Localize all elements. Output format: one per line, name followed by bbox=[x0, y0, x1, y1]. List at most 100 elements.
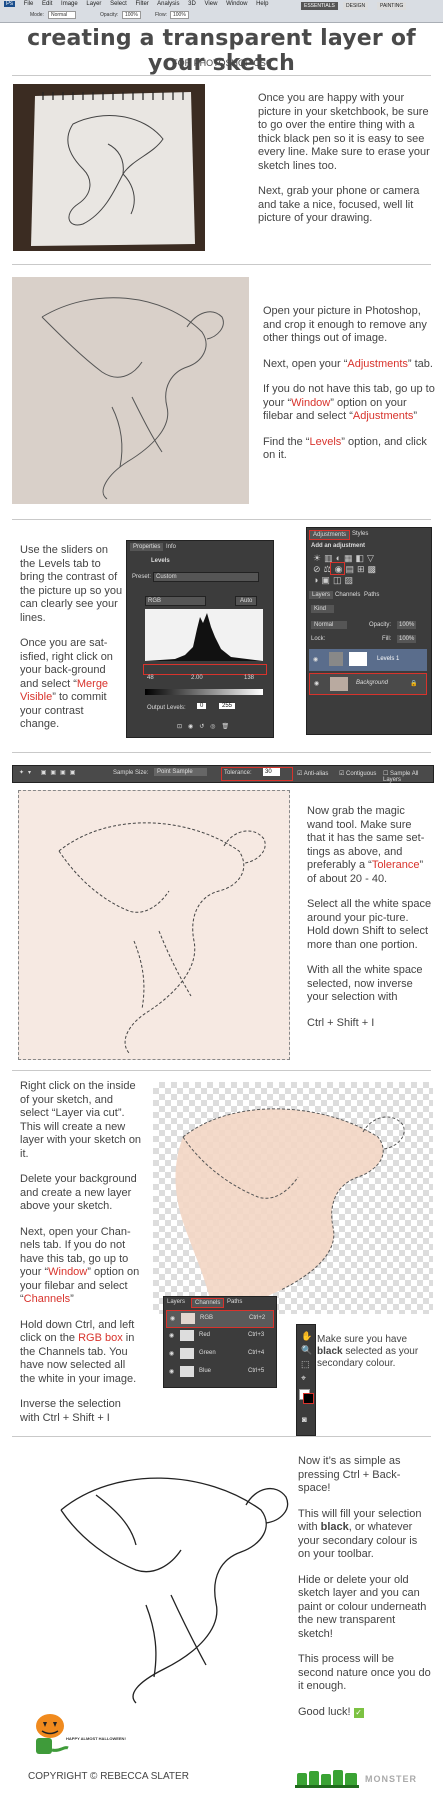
eye-icon[interactable]: ◉ bbox=[169, 1332, 174, 1339]
page-title: creating a transparent layer of your ske… bbox=[27, 26, 416, 76]
flow-field[interactable]: 100% bbox=[170, 11, 189, 19]
channel-shortcut: Ctrl+5 bbox=[248, 1368, 265, 1374]
quick-mask-icon[interactable]: ◙ bbox=[302, 1415, 307, 1424]
panel-footer-icons[interactable]: ⊡◉↺◎🗑 bbox=[177, 723, 235, 730]
dragon-cut-art bbox=[175, 1108, 405, 1314]
channel-row-red[interactable]: ◉ Red Ctrl+3 bbox=[166, 1328, 272, 1344]
options-bar: Mode: Normal Opacity: 100% Flow: 100% bbox=[0, 11, 443, 22]
sketchbook-photo bbox=[13, 84, 205, 251]
tab-paths[interactable]: Paths bbox=[227, 1299, 242, 1305]
channel-shortcut: Ctrl+4 bbox=[248, 1350, 265, 1356]
tab-styles[interactable]: Styles bbox=[352, 531, 368, 537]
tab-channels[interactable]: Channels bbox=[335, 592, 360, 598]
sample-all-layers-checkbox[interactable]: ☐ Sample All Layers bbox=[383, 770, 433, 783]
sample-size-select[interactable]: Point Sample bbox=[154, 768, 207, 776]
tab-adjustments[interactable]: Adjustments bbox=[309, 530, 351, 540]
input-sliders-highlight[interactable] bbox=[143, 664, 267, 675]
copyright: COPYRIGHT © REBECCA SLATER bbox=[28, 1771, 189, 1782]
anti-alias-checkbox[interactable]: ☑ Anti-alias bbox=[297, 770, 328, 777]
channel-row-blue[interactable]: ◉ Blue Ctrl+5 bbox=[166, 1364, 272, 1380]
eye-icon[interactable]: ◉ bbox=[169, 1350, 174, 1357]
halloween-badge: HAPPY ALMOST HALLOWEEN! bbox=[30, 1710, 126, 1770]
tab-layers[interactable]: Layers bbox=[167, 1299, 185, 1305]
background-color-swatch[interactable] bbox=[303, 1393, 314, 1404]
menu-filter[interactable]: Filter bbox=[135, 1, 148, 7]
channel-select[interactable]: RGB bbox=[145, 596, 206, 606]
step6-paragraph: This process will be second nature once … bbox=[298, 1653, 431, 1692]
opacity-field[interactable]: 100% bbox=[122, 11, 141, 19]
channel-name: RGB bbox=[200, 1315, 214, 1321]
output-gradient[interactable] bbox=[145, 689, 263, 695]
eye-icon[interactable]: ◉ bbox=[169, 1368, 174, 1375]
menu-3d[interactable]: 3D bbox=[188, 1, 196, 7]
layer-row-levels[interactable]: ◉ Levels 1 bbox=[309, 649, 427, 671]
preset-select[interactable]: Custom bbox=[153, 572, 259, 582]
channel-name: Red bbox=[199, 1332, 211, 1338]
wand-tool-icons[interactable]: ✦▾ ▣▣▣▣ bbox=[19, 769, 79, 776]
lock-label: Lock: bbox=[311, 636, 326, 642]
tab-paths[interactable]: Paths bbox=[364, 592, 379, 598]
step3-paragraph: Once you are sat-isfied, right click on … bbox=[20, 637, 113, 730]
tab-layers[interactable]: Layers bbox=[309, 591, 334, 599]
menu-window[interactable]: Window bbox=[226, 1, 247, 7]
menu-layer[interactable]: Layer bbox=[86, 1, 101, 7]
step4-paragraph: Ctrl + Shift + I bbox=[307, 1016, 375, 1029]
blend-mode-select[interactable]: Normal bbox=[311, 621, 348, 629]
divider bbox=[12, 264, 431, 265]
divider bbox=[12, 75, 431, 76]
histogram bbox=[145, 609, 263, 661]
step1-text: Once you are happy with your picture in … bbox=[258, 92, 430, 238]
menu-edit[interactable]: Edit bbox=[42, 1, 52, 7]
layer-filter-kind[interactable]: Kind bbox=[311, 605, 335, 613]
channel-thumb bbox=[180, 1366, 194, 1377]
tab-channels[interactable]: Channels bbox=[191, 1298, 225, 1308]
step2-paragraph: Find the “Levels” option, and click on i… bbox=[263, 435, 427, 462]
mode-select[interactable]: Normal bbox=[48, 11, 77, 19]
levels-icon[interactable] bbox=[330, 562, 345, 575]
workspace-essentials[interactable]: ESSENTIALS bbox=[301, 2, 338, 10]
menu-file[interactable]: File bbox=[24, 1, 34, 7]
menu-help[interactable]: Help bbox=[256, 1, 268, 7]
tolerance-field[interactable]: 30 bbox=[263, 768, 280, 776]
divider bbox=[12, 752, 431, 753]
workspace-design[interactable]: DESIGN bbox=[343, 2, 369, 10]
app-menubar: Ps File Edit Image Layer Select Filter A… bbox=[0, 0, 443, 23]
menu-image[interactable]: Image bbox=[61, 1, 78, 7]
menu-ps[interactable]: Ps bbox=[4, 1, 16, 7]
menu-view[interactable]: View bbox=[205, 1, 218, 7]
tab-properties[interactable]: Properties bbox=[130, 543, 164, 551]
flow-label: Flow: bbox=[155, 12, 167, 18]
sketchbook-photo-art bbox=[13, 84, 205, 251]
channel-row-green[interactable]: ◉ Green Ctrl+4 bbox=[166, 1346, 272, 1362]
output-white[interactable]: 255 bbox=[219, 703, 236, 709]
input-white[interactable]: 138 bbox=[244, 675, 254, 681]
contiguous-checkbox[interactable]: ☑ Contiguous bbox=[339, 770, 376, 777]
eye-icon[interactable]: ◉ bbox=[313, 656, 318, 663]
tab-info[interactable]: Info bbox=[163, 543, 179, 551]
eye-icon[interactable]: ◉ bbox=[314, 680, 319, 687]
tool-icons[interactable]: ✋ 🔍 ⬚ ⌖ bbox=[301, 1329, 312, 1385]
channel-shortcut: Ctrl+3 bbox=[248, 1332, 265, 1338]
eye-icon[interactable]: ◉ bbox=[170, 1315, 175, 1322]
page-subtitle: FOR PHOTOSHOP CS6 bbox=[172, 58, 271, 68]
input-black[interactable]: 48 bbox=[147, 675, 154, 681]
input-gamma[interactable]: 2.00 bbox=[191, 675, 203, 681]
output-black[interactable]: 0 bbox=[197, 703, 207, 709]
step2-paragraph: Open your picture in Photoshop, and crop… bbox=[263, 305, 427, 344]
channel-row-rgb[interactable]: ◉ RGB Ctrl+2 bbox=[166, 1310, 274, 1328]
workspace-painting[interactable]: PAINTING bbox=[377, 2, 407, 10]
step4-paragraph: Select all the white space around your p… bbox=[307, 898, 432, 951]
tolerance-label: Tolerance: bbox=[224, 770, 252, 776]
menu-analysis[interactable]: Analysis bbox=[157, 1, 179, 7]
fill-label: Fill: bbox=[382, 636, 392, 642]
layer-row-background[interactable]: ◉ Background 🔒 bbox=[309, 673, 427, 695]
step5-paragraph: Next, open your Chan-nels tab. If you do… bbox=[20, 1225, 140, 1306]
menu-select[interactable]: Select bbox=[110, 1, 127, 7]
adjustments-layers-panel: Adjustments Styles Add an adjustment ☀▥◐… bbox=[306, 527, 432, 735]
layer-fill-field[interactable]: 100% bbox=[397, 635, 417, 643]
auto-button[interactable]: Auto bbox=[235, 596, 258, 606]
layer-opacity-field[interactable]: 100% bbox=[397, 621, 417, 629]
output-label: Output Levels: bbox=[147, 705, 186, 711]
opacity-label: Opacity: bbox=[100, 12, 119, 18]
divider bbox=[12, 519, 431, 520]
